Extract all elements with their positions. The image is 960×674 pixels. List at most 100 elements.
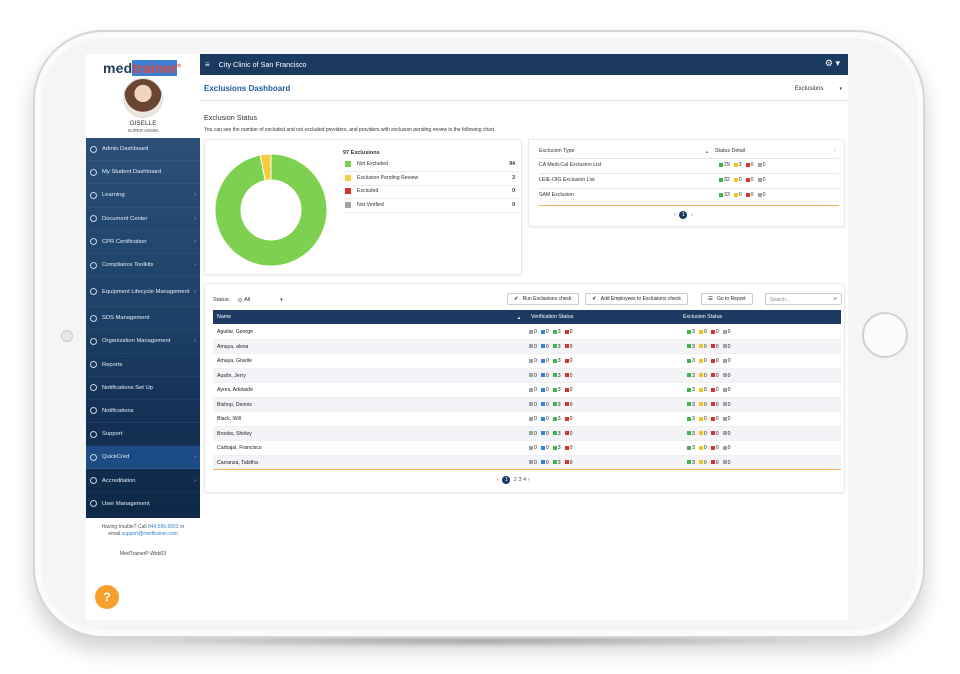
table-row[interactable]: LEIE-OIG Exclusion List 32 0 0 0 — [539, 173, 839, 187]
run-exclusions-check-button[interactable]: ✔ Run Exclusions check — [507, 293, 579, 305]
sidebar-item-label: Notifications — [102, 407, 134, 414]
sidebar-item-quickcred[interactable]: QuickCred › — [86, 446, 200, 470]
verification-status: 0030 — [525, 431, 573, 437]
status-green-icon — [552, 329, 557, 334]
go-to-report-button[interactable]: ☰ Go to Report — [701, 293, 753, 305]
check-icon: ✔ — [592, 296, 597, 302]
sidebar-item-sds-management[interactable]: SDS Management — [86, 307, 200, 331]
table-row[interactable]: Bishop, Dennis 0 0 3 0 3 0 0 0 — [213, 397, 841, 412]
support-email-link[interactable]: support@medtrainer.com — [122, 531, 178, 537]
chart-title: 97 Exclusions — [343, 150, 380, 156]
legend-label: Not Excluded — [357, 161, 388, 167]
table-row[interactable]: Brooks, Shirley 0 0 3 0 3 0 0 0 — [213, 426, 841, 441]
users-icon — [90, 500, 97, 508]
employee-name[interactable]: Bishop, Dennis — [217, 402, 252, 408]
employee-name[interactable]: Austin, Jerry — [217, 373, 246, 379]
avatar[interactable] — [123, 78, 163, 118]
search-input[interactable]: Search... ⌕ — [765, 293, 842, 305]
sidebar-item-notifications[interactable]: Notifications — [86, 400, 200, 424]
support-phone-link[interactable]: 844.596.6553 — [148, 524, 179, 530]
exclusion-status: 3000 — [683, 358, 731, 364]
status-detail-header[interactable]: Status Detail — [715, 148, 745, 154]
pager-prev[interactable]: ‹ — [497, 477, 499, 483]
menu-icon[interactable]: ≡ — [205, 60, 210, 69]
search-icon[interactable]: ⌕ — [834, 296, 837, 303]
table-row[interactable]: Ayres, Adelaide 0 0 3 0 3 0 0 0 — [213, 383, 841, 398]
exclusion-type-header[interactable]: Exclusion Type — [539, 148, 575, 154]
sidebar: medtrainer® GISELLE SUPER ADMIN Admin Da… — [86, 54, 200, 620]
status-green-icon — [687, 431, 691, 436]
employee-name[interactable]: Carranza, Tabitha — [217, 460, 258, 466]
sidebar-item-compliance-toolkits[interactable]: Compliance Toolkits › — [86, 254, 200, 278]
chevron-right-icon: › — [194, 192, 196, 199]
table-row[interactable]: Amaya, Giselle 0 0 3 0 3 0 0 0 — [213, 354, 841, 369]
table-row[interactable]: Black, Will 0 0 3 0 3 0 0 0 — [213, 412, 841, 427]
verification-column-header[interactable]: Verification Status — [531, 314, 573, 320]
pager-next[interactable]: › — [691, 212, 693, 218]
status-gray-icon — [722, 387, 727, 392]
employee-name[interactable]: Carbajal, Francisco — [217, 445, 262, 451]
employee-name[interactable]: Aguilar, George — [217, 329, 253, 335]
table-row[interactable]: Aguilar, George 0 0 3 0 3 0 0 0 — [213, 325, 841, 340]
exclusion-column-header[interactable]: Exclusion Status — [683, 314, 722, 320]
dashboard-select[interactable]: Exclusions ▾ — [795, 86, 842, 92]
sidebar-item-notifications-set-up[interactable]: Notifications Set Up — [86, 377, 200, 400]
sidebar-item-learning[interactable]: Learning › — [86, 184, 200, 208]
table-row[interactable]: Carranza, Tabitha 0 0 3 0 3 0 0 0 — [213, 455, 841, 470]
pager-page-1[interactable]: 1 — [679, 211, 688, 219]
employee-name[interactable]: Ayres, Adelaide — [217, 387, 253, 393]
legend-item[interactable]: Excluded 0 — [343, 186, 519, 199]
add-employees-button[interactable]: ✔ Add Employees to Exclusions check — [585, 293, 688, 305]
status-red-icon — [710, 431, 715, 436]
status-filter[interactable]: Status: All ▾ — [213, 297, 283, 303]
sort-asc-icon[interactable]: ▲ — [705, 149, 709, 154]
sort-asc-icon[interactable]: ▲ — [517, 315, 521, 320]
sidebar-item-cpr-certification[interactable]: CPR Certification › — [86, 231, 200, 254]
pager-page-3[interactable]: 3 — [519, 477, 522, 483]
employee-name[interactable]: Amaya, Giselle — [217, 358, 252, 364]
home-button[interactable] — [862, 312, 908, 358]
legend-item[interactable]: Not Verified 0 — [343, 200, 519, 213]
sidebar-item-admin-dashboard[interactable]: Admin Dashboard — [86, 138, 200, 162]
status-green-icon — [687, 416, 691, 421]
legend-swatch — [345, 174, 351, 181]
sidebar-item-reports[interactable]: Reports — [86, 354, 200, 377]
sort-icon[interactable]: ↕ — [834, 148, 837, 154]
status-yellow-icon — [698, 460, 703, 465]
pager-page-1[interactable]: 1 — [502, 476, 511, 484]
pager-next[interactable]: › — [528, 477, 530, 483]
sidebar-item-my-student-dashboard[interactable]: My Student Dashboard — [86, 161, 200, 185]
document-icon — [90, 215, 97, 223]
app-logo[interactable]: medtrainer® — [103, 60, 181, 76]
status-yellow-icon — [698, 329, 703, 334]
sidebar-item-accreditation[interactable]: Accreditation › — [86, 469, 200, 493]
status-red-icon — [564, 445, 569, 450]
employee-name[interactable]: Brooks, Shirley — [217, 431, 252, 437]
table-row[interactable]: Carbajal, Francisco 0 0 3 0 3 0 0 0 — [213, 441, 841, 456]
sidebar-item-user-management[interactable]: User Management — [86, 493, 200, 516]
name-column-header[interactable]: Name — [217, 314, 231, 320]
pager-page-2[interactable]: 2 — [514, 477, 517, 483]
table-row[interactable]: Amaya, alexa 0 0 3 0 3 0 0 0 — [213, 339, 841, 354]
legend-value: 0 — [512, 188, 515, 194]
employee-name[interactable]: Black, Will — [217, 416, 241, 422]
help-button[interactable]: ? — [95, 585, 119, 609]
legend-item[interactable]: Not Excluded 94 — [343, 159, 519, 172]
status-green-icon — [552, 373, 557, 378]
table-row[interactable]: Austin, Jerry 0 0 3 0 3 0 0 0 — [213, 368, 841, 383]
status-green-icon — [687, 387, 691, 392]
table-row[interactable]: CA Medi-Cal Exclusion List 29 3 0 0 — [539, 158, 839, 172]
sidebar-item-support[interactable]: Support — [86, 423, 200, 447]
sidebar-item-document-center[interactable]: Document Center › — [86, 208, 200, 231]
pager-page-4[interactable]: 4 — [523, 477, 526, 483]
legend-item[interactable]: Exclusion Pending Review 3 — [343, 173, 519, 186]
top-bar: ≡ City Clinic of San Francisco ⚙ ▾ — [200, 54, 848, 75]
gear-icon[interactable]: ⚙ ▾ — [825, 58, 840, 69]
table-row[interactable]: SAM Exclusion 33 0 0 0 — [539, 188, 839, 202]
verification-status: 0030 — [525, 445, 573, 451]
employee-name[interactable]: Amaya, alexa — [217, 344, 248, 350]
id-card-icon — [90, 453, 97, 461]
pager-prev[interactable]: ‹ — [674, 212, 676, 218]
sidebar-item-organization-management[interactable]: Organization Management › — [86, 330, 200, 354]
sidebar-item-equipment-lifecycle-management[interactable]: Equipment Lifecycle Management › — [86, 277, 200, 308]
